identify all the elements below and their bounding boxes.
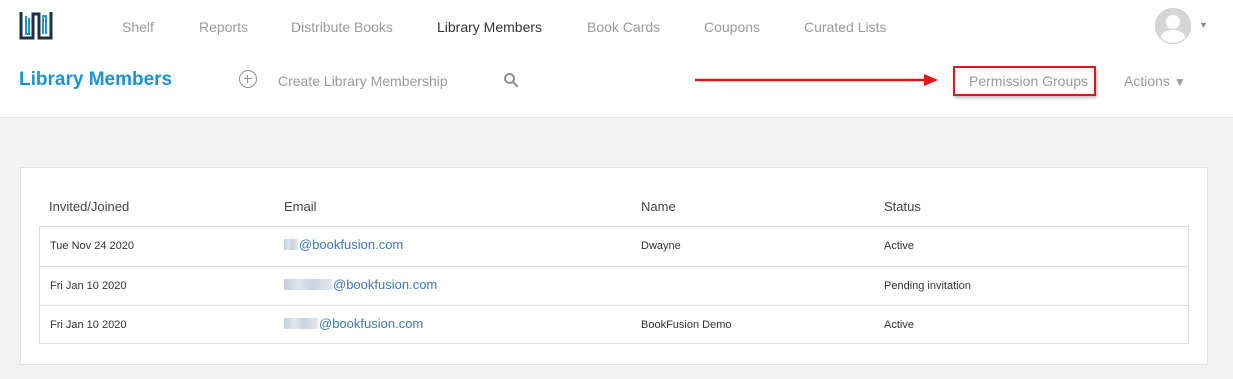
member-status: Active <box>884 319 914 331</box>
user-silhouette-icon <box>1159 15 1187 43</box>
search-icon[interactable] <box>503 72 519 88</box>
nav-coupons[interactable]: Coupons <box>704 19 760 35</box>
joined-date: Tue Nov 24 2020 <box>50 240 134 252</box>
member-name: Dwayne <box>641 240 681 252</box>
joined-date: Fri Jan 10 2020 <box>50 280 127 292</box>
nav-curated-lists[interactable]: Curated Lists <box>804 19 886 35</box>
actions-dropdown[interactable]: Actions ▼ <box>1124 73 1186 89</box>
caret-down-icon: ▼ <box>1173 75 1186 89</box>
actions-label: Actions <box>1124 73 1170 89</box>
members-table: Tue Nov 24 2020 @bookfusion.com Dwayne A… <box>39 226 1189 344</box>
redacted-email-prefix <box>284 239 298 250</box>
chevron-down-icon[interactable]: ▼ <box>1199 20 1208 30</box>
page-footer-area <box>20 365 1208 379</box>
redacted-email-prefix <box>284 279 332 290</box>
table-row[interactable]: Fri Jan 10 2020 @bookfusion.com Pending … <box>40 266 1188 305</box>
annotation-arrow <box>695 74 938 86</box>
column-header-name: Name <box>641 199 676 214</box>
nav-book-cards[interactable]: Book Cards <box>587 19 660 35</box>
nav-distribute-books[interactable]: Distribute Books <box>291 19 393 35</box>
joined-date: Fri Jan 10 2020 <box>50 319 127 331</box>
column-header-joined: Invited/Joined <box>49 199 130 214</box>
app-logo[interactable] <box>18 8 54 44</box>
user-avatar[interactable] <box>1155 8 1191 44</box>
column-header-email: Email <box>284 199 317 214</box>
table-row[interactable]: Fri Jan 10 2020 @bookfusion.com BookFusi… <box>40 305 1188 344</box>
page-title: Library Members <box>19 69 173 90</box>
top-bar: Shelf Reports Distribute Books Library M… <box>0 0 1233 118</box>
permission-groups-button[interactable]: Permission Groups <box>969 73 1088 89</box>
redacted-email-prefix <box>284 318 318 329</box>
nav-reports[interactable]: Reports <box>199 19 248 35</box>
create-membership-link[interactable]: Create Library Membership <box>278 73 448 89</box>
member-name: BookFusion Demo <box>641 319 732 331</box>
column-header-status: Status <box>884 199 921 214</box>
nav-library-members[interactable]: Library Members <box>437 19 542 35</box>
email-link[interactable]: @bookfusion.com <box>284 237 403 252</box>
table-row[interactable]: Tue Nov 24 2020 @bookfusion.com Dwayne A… <box>40 227 1188 266</box>
email-link[interactable]: @bookfusion.com <box>284 277 437 292</box>
member-status: Active <box>884 240 914 252</box>
nav-shelf[interactable]: Shelf <box>122 19 154 35</box>
plus-circle-icon[interactable] <box>239 70 257 88</box>
email-link[interactable]: @bookfusion.com <box>284 316 423 331</box>
member-status: Pending invitation <box>884 280 971 292</box>
